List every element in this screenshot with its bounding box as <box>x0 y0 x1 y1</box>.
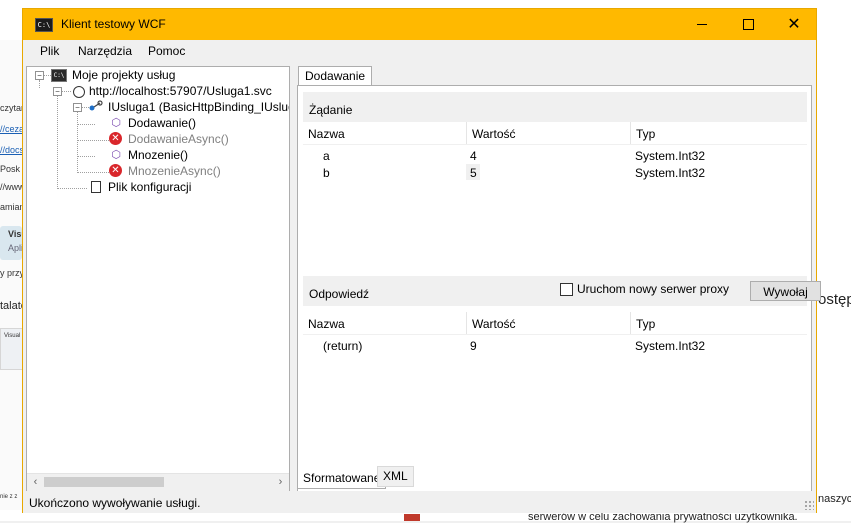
param-name: b <box>323 166 330 180</box>
collapse-root-toggle[interactable]: − <box>35 71 44 80</box>
tree-line <box>77 140 109 141</box>
scroll-left-icon[interactable]: ‹ <box>28 475 43 490</box>
status-text: Ukończono wywoływanie usługi. <box>29 496 201 510</box>
tree-line <box>61 91 71 92</box>
status-bar: Ukończono wywoływanie usługi. <box>23 491 816 513</box>
start-proxy-checkbox[interactable] <box>560 283 573 296</box>
table-row: a 4 System.Int32 <box>303 147 807 164</box>
column-separator[interactable] <box>466 312 467 334</box>
tree-node-label: Plik konfiguracji <box>108 180 192 194</box>
window-title: Klient testowy WCF <box>61 17 166 31</box>
tree-node-label: DodawanieAsync() <box>128 132 229 146</box>
bg-text: ostęp <box>818 291 851 308</box>
tree-line <box>77 111 78 173</box>
result-value: 9 <box>470 339 477 353</box>
tree-horizontal-scrollbar[interactable]: ‹ › <box>27 473 289 491</box>
tree-line <box>39 80 40 88</box>
column-header-type[interactable]: Typ <box>636 317 655 331</box>
bg-red-block <box>404 514 420 521</box>
wcf-client-window: C:\ Klient testowy WCF ✕ Plik Narzędzia … <box>22 8 821 513</box>
param-value-input[interactable]: 4 <box>470 149 477 163</box>
operation-tab-page: Żądanie Nazwa Wartość Typ a 4 System.Int… <box>297 85 821 493</box>
scroll-right-icon[interactable]: › <box>273 475 288 490</box>
tree-line <box>77 156 95 157</box>
method-cube-icon: ⬡ <box>111 149 121 161</box>
response-section-header: Odpowiedź <box>303 276 807 306</box>
tree-node-label: http://localhost:57907/Usluga1.svc <box>89 84 272 98</box>
collapse-endpoint-toggle[interactable]: − <box>53 87 62 96</box>
tree-node-label: Dodawanie() <box>128 116 197 130</box>
interface-icon <box>89 100 103 112</box>
param-value-input[interactable]: 5 <box>470 166 477 180</box>
column-header-type[interactable]: Typ <box>636 127 655 141</box>
request-header-label: Żądanie <box>309 103 353 117</box>
bg-text: nie z z <box>0 494 18 500</box>
app-icon: C:\ <box>35 18 53 32</box>
result-type: System.Int32 <box>635 339 706 353</box>
globe-icon <box>73 86 85 98</box>
panel-splitter[interactable] <box>290 66 294 492</box>
param-type: System.Int32 <box>635 166 706 180</box>
menu-bar: Plik Narzędzia Pomoc <box>23 40 816 62</box>
tree-node-label: MnozenieAsync() <box>128 164 221 178</box>
request-grid-header: Nazwa Wartość Typ <box>303 122 807 145</box>
close-icon: ✕ <box>787 15 801 33</box>
tab-xml[interactable]: XML <box>377 466 414 487</box>
tree-line <box>77 172 109 173</box>
response-header-label: Odpowiedź <box>309 287 370 301</box>
column-header-value[interactable]: Wartość <box>472 317 516 331</box>
invoke-button[interactable]: Wywołaj <box>750 281 821 301</box>
tree-line <box>81 107 89 108</box>
service-tree[interactable]: − C:\ Moje projekty usług − http://local… <box>26 66 290 492</box>
menu-pomoc[interactable]: Pomoc <box>148 44 185 58</box>
tree-node-label: Mnozenie() <box>128 148 189 162</box>
bg-text: Posk <box>0 164 21 174</box>
tab-formatted[interactable]: Sformatowane <box>297 468 387 489</box>
column-header-value[interactable]: Wartość <box>472 127 516 141</box>
method-cube-icon: ⬡ <box>111 117 121 129</box>
tab-dodawanie[interactable]: Dodawanie <box>298 66 373 86</box>
tree-line <box>57 95 58 189</box>
maximize-button[interactable] <box>725 9 771 40</box>
document-icon <box>91 181 101 193</box>
tree-line <box>77 124 95 125</box>
column-separator[interactable] <box>466 122 467 144</box>
param-name: a <box>323 149 330 163</box>
maximize-icon <box>742 19 754 30</box>
response-grid[interactable]: Nazwa Wartość Typ (return) 9 System.Int3… <box>303 312 807 452</box>
column-header-name[interactable]: Nazwa <box>308 127 345 141</box>
menu-narzedzia[interactable]: Narzędzia <box>78 44 132 58</box>
computer-icon: C:\ <box>51 69 67 82</box>
column-separator[interactable] <box>630 122 631 144</box>
scrollbar-thumb[interactable] <box>44 477 164 487</box>
table-row: b 5 System.Int32 <box>303 164 807 181</box>
bg-text: Apli <box>8 243 24 253</box>
column-separator[interactable] <box>630 312 631 334</box>
request-section-header: Żądanie <box>303 92 807 122</box>
close-button[interactable]: ✕ <box>771 9 817 40</box>
error-icon: ✕ <box>109 132 122 145</box>
result-name: (return) <box>323 339 363 353</box>
menu-plik[interactable]: Plik <box>40 44 59 58</box>
request-grid[interactable]: Nazwa Wartość Typ a 4 System.Int32 b 5 S… <box>303 122 807 264</box>
bg-text: naszyc <box>818 493 851 505</box>
tree-line <box>57 188 87 189</box>
tree-node-label: Moje projekty usług <box>72 68 176 82</box>
param-type: System.Int32 <box>635 149 706 163</box>
start-proxy-label[interactable]: Uruchom nowy serwer proxy <box>577 282 729 296</box>
minimize-button[interactable] <box>679 9 725 40</box>
minimize-icon <box>697 24 707 25</box>
title-bar[interactable]: C:\ Klient testowy WCF ✕ <box>23 9 816 40</box>
collapse-contract-toggle[interactable]: − <box>73 103 82 112</box>
response-grid-header: Nazwa Wartość Typ <box>303 312 807 335</box>
resize-grip-icon[interactable] <box>804 500 814 510</box>
column-header-name[interactable]: Nazwa <box>308 317 345 331</box>
tree-node-label: IUsluga1 (BasicHttpBinding_IUsluga1) <box>108 100 289 114</box>
error-icon: ✕ <box>109 164 122 177</box>
table-row: (return) 9 System.Int32 <box>303 337 807 354</box>
